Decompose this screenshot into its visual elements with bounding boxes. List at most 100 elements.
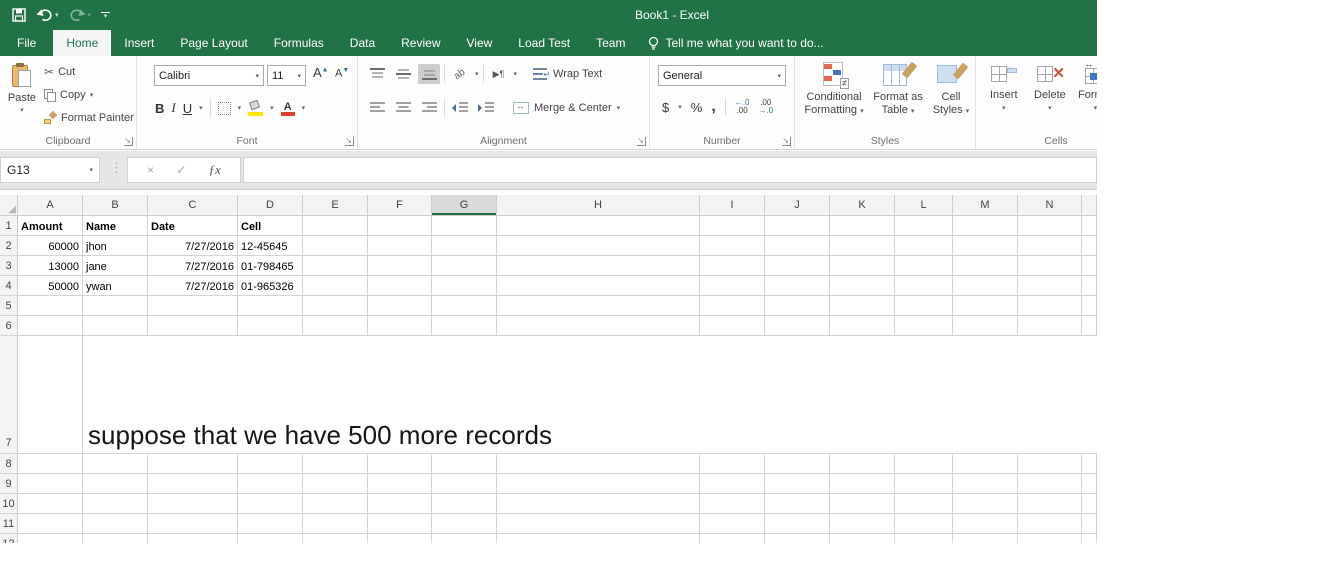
cell-E9[interactable] (303, 474, 368, 494)
cell-A3[interactable]: 13000 (18, 256, 83, 276)
row-header-11[interactable]: 11 (0, 514, 18, 534)
column-header-C[interactable]: C (148, 195, 238, 216)
cell-E4[interactable] (303, 276, 368, 296)
cell-L8[interactable] (895, 454, 953, 474)
cell-E11[interactable] (303, 514, 368, 534)
cell-L11[interactable] (895, 514, 953, 534)
cell-H11[interactable] (497, 514, 700, 534)
cell-B7[interactable] (83, 336, 148, 454)
cell-O3[interactable] (1082, 256, 1097, 276)
cell-M5[interactable] (953, 296, 1018, 316)
column-header-F[interactable]: F (368, 195, 432, 216)
cell-J1[interactable] (765, 216, 830, 236)
cell-L6[interactable] (895, 316, 953, 336)
cell-C7[interactable] (148, 336, 238, 454)
cell-G11[interactable] (432, 514, 497, 534)
cell-I4[interactable] (700, 276, 765, 296)
cell-C11[interactable] (148, 514, 238, 534)
cell-N6[interactable] (1018, 316, 1082, 336)
cell-E3[interactable] (303, 256, 368, 276)
cell-B9[interactable] (83, 474, 148, 494)
cell-N10[interactable] (1018, 494, 1082, 514)
cell-F7[interactable] (368, 336, 432, 454)
cell-J12[interactable] (765, 534, 830, 543)
cell-L7[interactable] (895, 336, 953, 454)
cell-K12[interactable] (830, 534, 895, 543)
column-header-K[interactable]: K (830, 195, 895, 216)
column-header-partial[interactable] (1082, 195, 1097, 216)
cell-O4[interactable] (1082, 276, 1097, 296)
cell-D12[interactable] (238, 534, 303, 543)
cell-G9[interactable] (432, 474, 497, 494)
cell-N11[interactable] (1018, 514, 1082, 534)
cell-E7[interactable] (303, 336, 368, 454)
cell-G5[interactable] (432, 296, 497, 316)
cell-E10[interactable] (303, 494, 368, 514)
cell-L1[interactable] (895, 216, 953, 236)
cell-J10[interactable] (765, 494, 830, 514)
cell-M7[interactable] (953, 336, 1018, 454)
cell-F4[interactable] (368, 276, 432, 296)
cell-M3[interactable] (953, 256, 1018, 276)
row-header-8[interactable]: 8 (0, 454, 18, 474)
column-header-G[interactable]: G (432, 195, 497, 216)
row-header-1[interactable]: 1 (0, 216, 18, 236)
cell-B6[interactable] (83, 316, 148, 336)
cell-M9[interactable] (953, 474, 1018, 494)
cell-B8[interactable] (83, 454, 148, 474)
cell-D6[interactable] (238, 316, 303, 336)
select-all-button[interactable]: ◢ (0, 195, 18, 216)
cell-O12[interactable] (1082, 534, 1097, 543)
cell-C2[interactable]: 7/27/2016 (148, 236, 238, 256)
column-header-N[interactable]: N (1018, 195, 1082, 216)
cell-I3[interactable] (700, 256, 765, 276)
cell-D3[interactable]: 01-798465 (238, 256, 303, 276)
cell-N5[interactable] (1018, 296, 1082, 316)
cell-J6[interactable] (765, 316, 830, 336)
cell-G3[interactable] (432, 256, 497, 276)
cell-K1[interactable] (830, 216, 895, 236)
cell-M12[interactable] (953, 534, 1018, 543)
cell-C8[interactable] (148, 454, 238, 474)
cell-G12[interactable] (432, 534, 497, 543)
cell-A9[interactable] (18, 474, 83, 494)
cell-G7[interactable] (432, 336, 497, 454)
cell-A5[interactable] (18, 296, 83, 316)
column-header-A[interactable]: A (18, 195, 83, 216)
cell-I11[interactable] (700, 514, 765, 534)
cell-B2[interactable]: jhon (83, 236, 148, 256)
cell-M4[interactable] (953, 276, 1018, 296)
cell-I6[interactable] (700, 316, 765, 336)
cell-C5[interactable] (148, 296, 238, 316)
cell-H10[interactable] (497, 494, 700, 514)
cell-G10[interactable] (432, 494, 497, 514)
cell-E6[interactable] (303, 316, 368, 336)
cell-M2[interactable] (953, 236, 1018, 256)
row-header-7[interactable]: 7 (0, 336, 18, 454)
cell-C10[interactable] (148, 494, 238, 514)
cell-D4[interactable]: 01-965326 (238, 276, 303, 296)
cell-N12[interactable] (1018, 534, 1082, 543)
cell-K8[interactable] (830, 454, 895, 474)
cell-I10[interactable] (700, 494, 765, 514)
row-header-6[interactable]: 6 (0, 316, 18, 336)
cell-B12[interactable] (83, 534, 148, 543)
cell-G6[interactable] (432, 316, 497, 336)
row-header-10[interactable]: 10 (0, 494, 18, 514)
cell-N9[interactable] (1018, 474, 1082, 494)
cell-J11[interactable] (765, 514, 830, 534)
cell-D8[interactable] (238, 454, 303, 474)
cell-I12[interactable] (700, 534, 765, 543)
cell-K11[interactable] (830, 514, 895, 534)
cell-O2[interactable] (1082, 236, 1097, 256)
cell-F6[interactable] (368, 316, 432, 336)
cell-A11[interactable] (18, 514, 83, 534)
cell-J3[interactable] (765, 256, 830, 276)
cell-H3[interactable] (497, 256, 700, 276)
cell-M11[interactable] (953, 514, 1018, 534)
cell-N8[interactable] (1018, 454, 1082, 474)
cell-A6[interactable] (18, 316, 83, 336)
cell-I8[interactable] (700, 454, 765, 474)
cell-J2[interactable] (765, 236, 830, 256)
cell-K7[interactable] (830, 336, 895, 454)
